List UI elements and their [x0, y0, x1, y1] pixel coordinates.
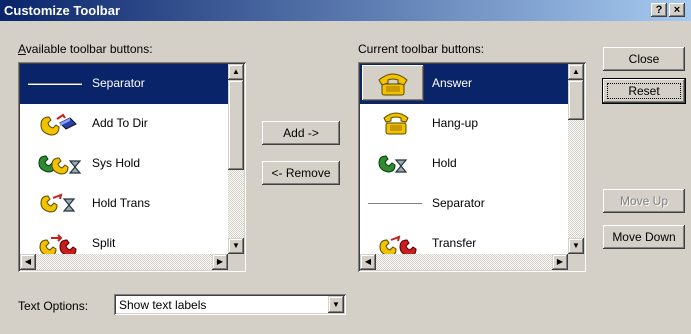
hangup-phone-icon — [360, 104, 428, 144]
move-down-button-label: Move Down — [612, 230, 676, 244]
text-options-value: Show text labels — [119, 298, 207, 312]
hold-transfer-icon — [20, 184, 88, 224]
title-bar[interactable]: Customize Toolbar ? × — [0, 0, 691, 21]
current-item-hang-up[interactable]: Hang-up — [360, 104, 568, 144]
available-buttons-list[interactable]: Separator Add To Dir Sys Hold Hold Trans… — [18, 62, 246, 272]
list-item-label: Hang-up — [432, 116, 479, 130]
current-item-transfer[interactable]: Transfer — [360, 224, 568, 254]
current-horizontal-scrollbar[interactable]: ◀ ▶ — [360, 254, 568, 270]
available-vertical-scrollbar[interactable]: ▲ ▼ — [228, 64, 244, 254]
available-item-split[interactable]: Split — [20, 224, 228, 254]
available-item-add-to-dir[interactable]: Add To Dir — [20, 104, 228, 144]
close-window-button[interactable]: × — [669, 3, 685, 17]
phone-book-icon — [20, 104, 88, 144]
available-list-viewport: Separator Add To Dir Sys Hold Hold Trans… — [20, 64, 228, 254]
customize-toolbar-dialog: Customize Toolbar ? × Available toolbar … — [0, 0, 691, 334]
current-vertical-scrollbar[interactable]: ▲ ▼ — [568, 64, 584, 254]
list-item-label: Sys Hold — [92, 156, 141, 170]
close-button-label: Close — [628, 52, 660, 66]
available-item-separator[interactable]: Separator — [20, 64, 228, 104]
scroll-down-arrow-icon[interactable]: ▼ — [228, 238, 244, 254]
list-item-label: Answer — [432, 76, 473, 90]
list-item-label: Transfer — [432, 236, 477, 250]
system-hold-icon — [20, 144, 88, 184]
move-up-button[interactable]: Move Up — [603, 189, 685, 213]
focus-rectangle — [607, 83, 681, 99]
available-item-sys-hold[interactable]: Sys Hold — [20, 144, 228, 184]
available-label-rest: vailable toolbar buttons: — [25, 42, 153, 56]
available-item-hold-trans[interactable]: Hold Trans — [20, 184, 228, 224]
list-item-label: Split — [92, 236, 116, 250]
dropdown-arrow-icon[interactable]: ▼ — [328, 296, 344, 313]
list-item-label: Separator — [432, 196, 485, 210]
text-options-dropdown[interactable]: Show text labels ▼ — [114, 294, 346, 315]
scroll-left-arrow-icon[interactable]: ◀ — [20, 254, 36, 270]
separator-line — [20, 64, 88, 104]
current-item-hold[interactable]: Hold — [360, 144, 568, 184]
split-call-icon — [20, 224, 88, 254]
scroll-right-arrow-icon[interactable]: ▶ — [552, 254, 568, 270]
text-options-label: Text Options: — [18, 299, 89, 313]
current-item-separator[interactable]: Separator — [360, 184, 568, 224]
close-button[interactable]: Close — [603, 47, 685, 71]
window-title: Customize Toolbar — [4, 3, 121, 18]
scroll-corner — [228, 254, 244, 270]
current-buttons-list[interactable]: Answer Hang-up Hold Separator Transfer ▲… — [358, 62, 586, 272]
scroll-thumb[interactable] — [568, 80, 584, 120]
help-button[interactable]: ? — [651, 3, 667, 17]
available-buttons-label: Available toolbar buttons: — [18, 42, 153, 56]
list-item-label: Separator — [92, 76, 145, 90]
scroll-left-arrow-icon[interactable]: ◀ — [360, 254, 376, 270]
move-down-button[interactable]: Move Down — [603, 225, 685, 249]
move-up-button-label: Move Up — [619, 194, 669, 208]
scroll-up-arrow-icon[interactable]: ▲ — [228, 64, 244, 80]
current-item-answer[interactable]: Answer — [360, 64, 568, 104]
list-item-label: Add To Dir — [92, 116, 148, 130]
hold-call-icon — [360, 144, 428, 184]
list-item-label: Hold — [432, 156, 457, 170]
scroll-down-arrow-icon[interactable]: ▼ — [568, 238, 584, 254]
list-item-label: Hold Trans — [92, 196, 151, 210]
scroll-up-arrow-icon[interactable]: ▲ — [568, 64, 584, 80]
add-button-label: Add -> — [283, 126, 319, 140]
scroll-right-arrow-icon[interactable]: ▶ — [212, 254, 228, 270]
current-list-viewport: Answer Hang-up Hold Separator Transfer — [360, 64, 568, 254]
separator-line — [360, 184, 428, 224]
mnemonic-letter: A — [18, 42, 26, 56]
scroll-corner — [568, 254, 584, 270]
scroll-thumb[interactable] — [228, 80, 244, 170]
available-horizontal-scrollbar[interactable]: ◀ ▶ — [20, 254, 228, 270]
reset-button[interactable]: Reset — [602, 78, 686, 104]
answer-phone-icon — [360, 64, 428, 104]
add-button[interactable]: Add -> — [262, 121, 340, 145]
transfer-call-icon — [360, 224, 428, 254]
current-buttons-label: Current toolbar buttons: — [358, 42, 485, 56]
remove-button-label: <- Remove — [271, 166, 331, 180]
remove-button[interactable]: <- Remove — [262, 161, 340, 185]
